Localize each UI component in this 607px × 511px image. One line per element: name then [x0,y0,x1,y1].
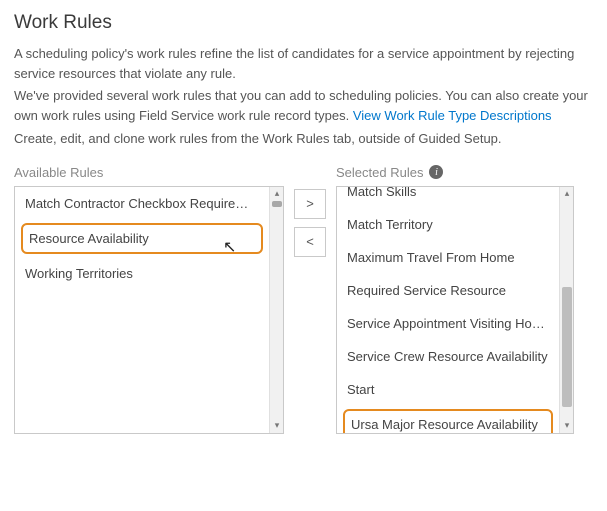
list-item[interactable]: Working Territories [15,257,269,290]
page-title: Work Rules [14,12,593,34]
available-label: Available Rules [14,165,284,180]
dual-listbox: Available Rules Match Contractor Checkbo… [14,165,593,434]
available-column: Available Rules Match Contractor Checkbo… [14,165,284,434]
intro-paragraph-3: Create, edit, and clone work rules from … [14,129,593,149]
list-item-resource-availability[interactable]: Resource Availability [21,223,263,254]
list-item[interactable]: Match Skills [337,186,559,208]
scroll-down-icon[interactable]: ▾ [560,419,574,433]
list-item[interactable]: Required Service Resource [337,274,559,307]
intro-paragraph-2: We've provided several work rules that y… [14,86,593,126]
add-button[interactable]: > [294,189,326,219]
move-buttons: > < [294,189,326,257]
selected-listbox[interactable]: Match Skills Match Territory Maximum Tra… [336,186,574,434]
list-item[interactable]: Maximum Travel From Home [337,241,559,274]
list-item[interactable]: Service Crew Resource Availability [337,340,559,373]
list-item-ursa-major[interactable]: Ursa Major Resource Availability [343,409,553,433]
remove-button[interactable]: < [294,227,326,257]
intro-paragraph-1: A scheduling policy's work rules refine … [14,44,593,84]
scroll-up-icon[interactable]: ▴ [560,187,574,201]
info-icon[interactable]: i [429,165,443,179]
scroll-thumb[interactable] [562,287,572,407]
list-item[interactable]: Start [337,373,559,406]
list-item[interactable]: Match Contractor Checkbox Requirement [15,187,269,220]
scrollbar[interactable]: ▴ ▾ [269,187,283,433]
list-item[interactable]: Service Appointment Visiting Hours [337,307,559,340]
view-descriptions-link[interactable]: View Work Rule Type Descriptions [353,108,552,123]
scroll-up-icon[interactable]: ▴ [270,187,284,201]
intro-block: A scheduling policy's work rules refine … [14,44,593,149]
selected-column: Selected Rules i Match Skills Match Terr… [336,165,574,434]
list-item[interactable]: Match Territory [337,208,559,241]
scrollbar[interactable]: ▴ ▾ [559,187,573,433]
available-listbox[interactable]: Match Contractor Checkbox Requirement Re… [14,186,284,434]
selected-label: Selected Rules i [336,165,574,180]
scroll-thumb[interactable] [272,201,282,207]
scroll-down-icon[interactable]: ▾ [270,419,284,433]
